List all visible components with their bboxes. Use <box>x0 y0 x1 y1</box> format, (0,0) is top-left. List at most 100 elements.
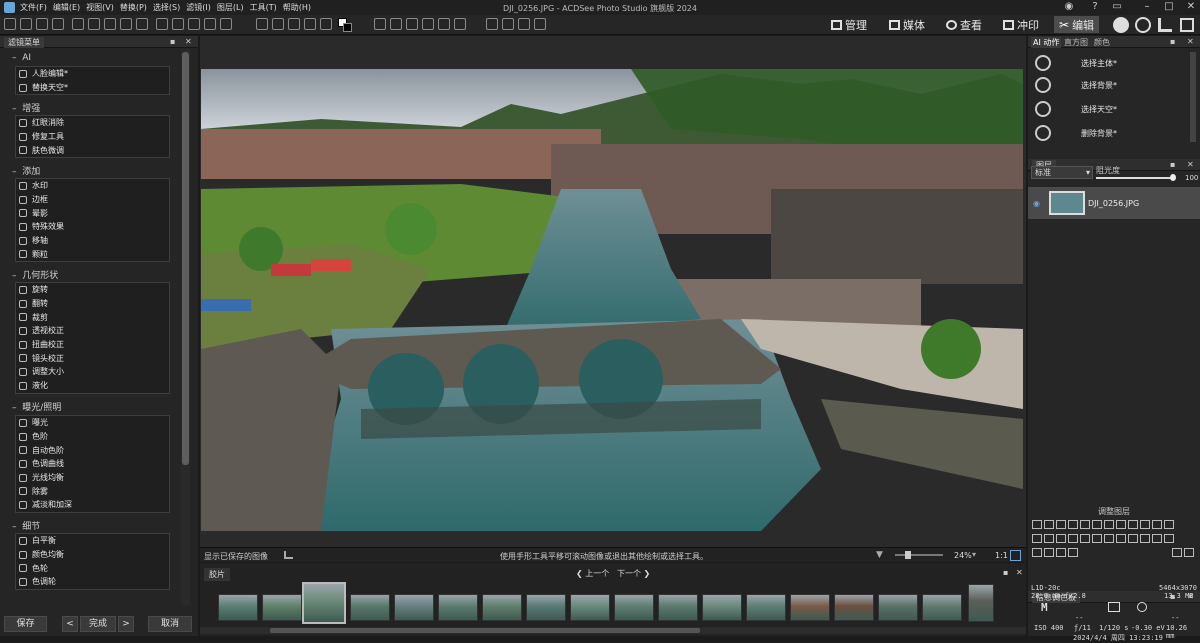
adj-drop-icon[interactable] <box>1068 534 1078 543</box>
adj-photo-filter-icon[interactable] <box>1032 534 1042 543</box>
layer-image-icon[interactable] <box>1183 548 1194 557</box>
adj-threshold-icon[interactable] <box>1116 534 1126 543</box>
add-layer-icon[interactable] <box>1044 548 1054 557</box>
filmstrip-thumb[interactable] <box>350 594 390 621</box>
tab-color[interactable]: 颜色 <box>1094 37 1110 48</box>
ai-select-background[interactable]: 选择背景* <box>1031 74 1197 96</box>
adj-split-icon[interactable] <box>1140 520 1150 529</box>
mask-icon[interactable] <box>1068 548 1078 557</box>
zoom-in-icon[interactable] <box>374 18 386 30</box>
zoom-dropdown-icon[interactable]: ▾ <box>972 550 976 559</box>
filmstrip-scroll-thumb[interactable] <box>270 628 700 633</box>
pen-icon[interactable] <box>72 18 84 30</box>
filmstrip-thumb[interactable] <box>658 594 698 621</box>
mode-view[interactable]: 查看 <box>941 16 987 33</box>
fit-screen-icon[interactable] <box>1010 550 1021 561</box>
filter-tilt-shift[interactable]: 移轴 <box>16 234 169 248</box>
panel-close-icon[interactable]: ✕ <box>185 37 192 46</box>
filmstrip-thumb[interactable] <box>482 594 522 621</box>
filter-distortion[interactable]: 扭曲校正 <box>16 338 169 352</box>
zoom-out-icon[interactable] <box>390 18 402 30</box>
filmstrip-thumb[interactable] <box>834 594 874 621</box>
play-icon[interactable] <box>518 18 530 30</box>
zoom-slider[interactable] <box>895 554 943 556</box>
section-enhance-title[interactable]: – 增强 <box>12 101 40 114</box>
adj-wb-icon[interactable] <box>1092 520 1102 529</box>
adj-bw-icon[interactable] <box>1128 520 1138 529</box>
filmstrip-thumb[interactable] <box>570 594 610 621</box>
filter-vignette[interactable]: 晕影 <box>16 206 169 220</box>
filter-special-effects[interactable]: 特殊效果 <box>16 220 169 234</box>
crop-tool-icon[interactable] <box>88 18 100 30</box>
filter-levels[interactable]: 色阶 <box>16 430 169 444</box>
restore-icon[interactable]: ▭ <box>1110 1 1124 13</box>
filmstrip-thumb[interactable] <box>702 594 742 621</box>
filter-color-balance[interactable]: 颜色均衡 <box>16 548 169 562</box>
settings-icon[interactable] <box>406 18 418 30</box>
filter-liquify[interactable]: 液化 <box>16 379 169 393</box>
filter-repair[interactable]: 修复工具 <box>16 130 169 144</box>
adj-vignette-icon[interactable] <box>1152 520 1162 529</box>
filter-dodge-burn[interactable]: 减淡和加深 <box>16 498 169 512</box>
adj-person-icon[interactable] <box>1044 534 1054 543</box>
adj-hsl-icon[interactable] <box>1116 520 1126 529</box>
filter-lens-correction[interactable]: 镜头校正 <box>16 351 169 365</box>
section-exposure-title[interactable]: – 曝光/照明 <box>12 400 61 413</box>
rect-select-icon[interactable] <box>172 18 184 30</box>
mode-manage[interactable]: 管理 <box>826 16 872 33</box>
adj-curves-icon[interactable] <box>1044 520 1054 529</box>
tab-ai-actions[interactable]: AI 动作 <box>1031 37 1062 48</box>
filmstrip-pin-icon[interactable]: ▪ <box>1003 568 1008 577</box>
save-icon[interactable] <box>20 18 32 30</box>
user-icon[interactable]: ◉ <box>1062 1 1076 13</box>
ai-select-subject[interactable]: 选择主体* <box>1031 52 1197 74</box>
opacity-slider-thumb[interactable] <box>1170 174 1176 181</box>
ai-remove-background[interactable]: 删除背景* <box>1031 122 1197 144</box>
undo-icon[interactable] <box>36 18 48 30</box>
mode-media[interactable]: 媒体 <box>884 16 930 33</box>
filmstrip-thumb[interactable] <box>878 594 918 621</box>
filmstrip-thumb[interactable] <box>262 594 302 621</box>
next-button[interactable]: > <box>118 616 134 632</box>
adj-color-icon[interactable] <box>1104 520 1114 529</box>
section-add-title[interactable]: – 添加 <box>12 164 40 177</box>
filter-perspective[interactable]: 透视校正 <box>16 324 169 338</box>
layer-row[interactable]: ◉ DJI_0256.JPG <box>1028 187 1200 219</box>
close-icon[interactable]: ✕ <box>1184 1 1198 13</box>
done-button[interactable]: 完成 <box>80 616 116 632</box>
filmstrip-thumb[interactable] <box>746 594 786 621</box>
opacity-value[interactable]: 100 <box>1185 174 1198 182</box>
filmstrip-thumb[interactable] <box>790 594 830 621</box>
adj-grid-icon[interactable] <box>1152 534 1162 543</box>
grid-view-icon[interactable] <box>422 18 434 30</box>
filter-face-edit[interactable]: 人脸编辑* <box>16 67 169 81</box>
redo-icon[interactable] <box>52 18 64 30</box>
tab-histogram[interactable]: 直方图 <box>1064 37 1088 48</box>
section-ai-title[interactable]: – AI <box>12 53 31 63</box>
maximize-icon[interactable]: □ <box>1162 1 1176 13</box>
filter-crop[interactable]: 裁剪 <box>16 310 169 324</box>
fill-icon[interactable] <box>304 18 316 30</box>
filter-auto-levels[interactable]: 自动色阶 <box>16 443 169 457</box>
home-icon[interactable] <box>4 18 16 30</box>
smart-erase-icon[interactable] <box>320 18 332 30</box>
filter-white-balance[interactable]: 白平衡 <box>16 534 169 548</box>
ellipse-select-icon[interactable] <box>188 18 200 30</box>
ai-panel-close-icon[interactable]: ✕ <box>1187 37 1194 46</box>
zoom-level[interactable]: 24% <box>954 551 972 560</box>
filter-dehaze[interactable]: 除雾 <box>16 484 169 498</box>
layer-visibility-icon[interactable]: ◉ <box>1033 199 1040 208</box>
filter-rotate[interactable]: 旋转 <box>16 283 169 297</box>
compare-icon[interactable] <box>438 18 450 30</box>
adj-gradient-icon[interactable] <box>1080 534 1090 543</box>
adj-lut-icon[interactable] <box>1140 534 1150 543</box>
filter-watermark[interactable]: 水印 <box>16 179 169 193</box>
layer-menu-icon[interactable] <box>1171 548 1182 557</box>
first-icon[interactable] <box>486 18 498 30</box>
adj-posterize-icon[interactable] <box>1104 534 1114 543</box>
filter-border[interactable]: 边框 <box>16 193 169 207</box>
move-tool-icon[interactable] <box>120 18 132 30</box>
last-icon[interactable] <box>534 18 546 30</box>
filmstrip-thumb[interactable] <box>526 594 566 621</box>
filmstrip-close-icon[interactable]: ✕ <box>1016 568 1023 577</box>
